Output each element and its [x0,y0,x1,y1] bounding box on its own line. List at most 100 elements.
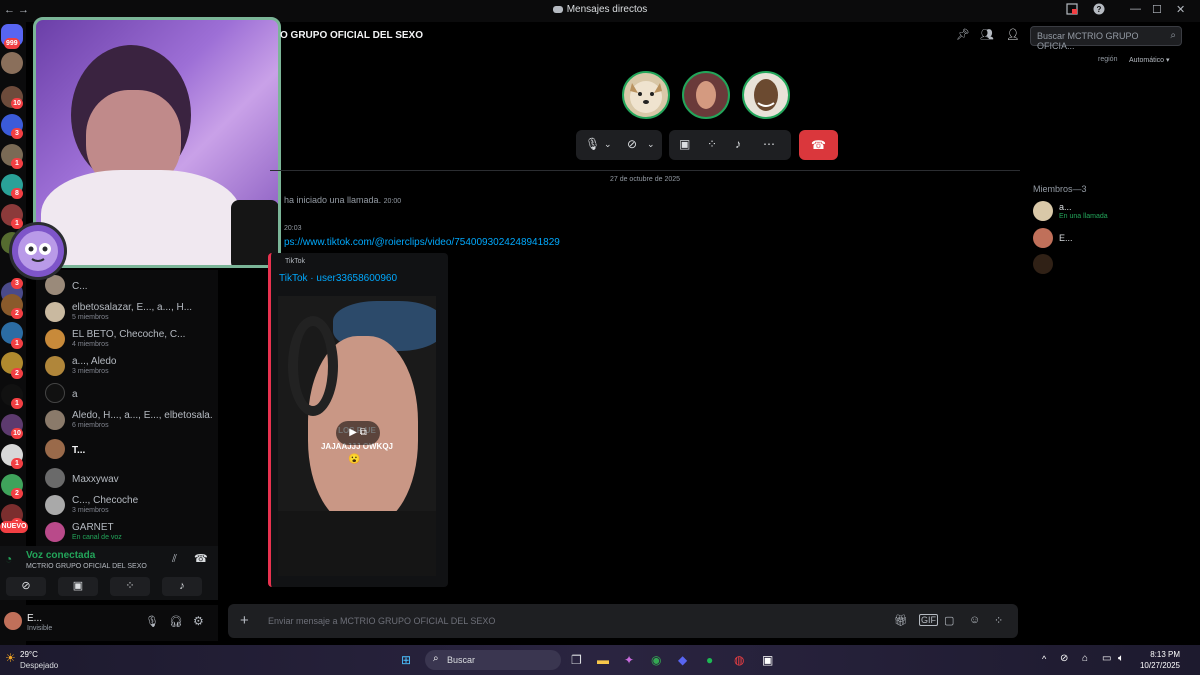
search-input[interactable]: Buscar MCTRIO GRUPO OFICIA... ⌕ [1030,26,1182,51]
activities-icon[interactable]: ⁘ [707,137,717,151]
avatar [45,383,65,403]
headphones-icon[interactable]: 🎧︎ [169,615,183,628]
activities-button[interactable]: ⁘ [110,577,150,596]
emoji-icon[interactable]: ☺ [969,614,980,626]
video-embed[interactable]: LOS R UE JAJAAJJJ OWKQJ 😮 ▶ ⧉ [278,296,436,576]
chrome-icon[interactable]: ◉ [651,653,661,667]
new-badge: NUEVO [0,521,28,533]
add-attachment-icon[interactable]: + [240,612,249,629]
dm-name: GARNET [72,522,114,533]
dm-item[interactable]: elbetosalazar, E..., a..., H... 5 miembr… [36,299,218,326]
camera-button[interactable]: ⊘ [6,577,46,596]
participant-avatar[interactable] [682,71,730,119]
chevron-down-icon[interactable]: ⌄ [604,139,612,150]
gift-icon[interactable]: 🎁︎ [894,614,908,627]
add-friends-icon[interactable]: 👥︎ [980,28,994,41]
tray-icon[interactable]: ⊘ [1060,653,1068,664]
webcam-overlay [33,17,281,268]
camera-off-icon[interactable]: ⊘ [627,137,637,151]
dm-item[interactable]: Aledo, H..., a..., E..., elbetosala... 6… [36,407,218,434]
dm-name: C... [72,281,88,292]
screen-share-icon[interactable]: ▣ [679,137,690,151]
play-button[interactable]: ▶ ⧉ [336,421,380,445]
member-item[interactable] [1030,252,1200,276]
badge: 1 [11,338,23,349]
activities-icon: ⁘ [125,580,135,592]
avatar [45,439,65,459]
member-list: Miembros—3 a... En una llamada E... [1030,180,1200,280]
phone-hangup-icon: ☎ [811,138,826,152]
member-item[interactable]: a... En una llamada [1030,199,1200,223]
microphone-icon[interactable]: 🎙︎ [145,615,159,628]
badge: 3 [11,128,23,139]
screen-share-button[interactable]: ▣ [58,577,98,596]
spotify-icon[interactable]: ● [706,653,713,667]
date-divider: 27 de octubre de 2025 [270,170,1020,183]
weather-icon[interactable]: ☀ [5,651,16,665]
sticker-icon[interactable]: ▢ [944,614,954,627]
badge: 1 [11,398,23,409]
server-icon[interactable] [1,52,23,74]
minimize-icon[interactable]: — [1130,3,1141,15]
dm-subtitle: En canal de voz [72,534,122,541]
network-icon[interactable]: ▭ [1102,653,1111,664]
gif-icon[interactable]: GIF [919,614,938,626]
windows-start-icon[interactable]: ⊞ [401,653,411,667]
help-icon[interactable]: ? [1093,3,1105,18]
dm-item[interactable]: a [36,380,218,407]
dm-name: T... [72,445,86,456]
members-header: Miembros—3 [1033,184,1087,194]
dm-item[interactable]: T... [36,436,218,463]
task-view-icon[interactable]: ❐ [571,653,582,667]
user-name[interactable]: E... [27,613,42,624]
taskbar-search[interactable]: ⌕ Buscar [425,650,561,670]
dm-subtitle: 3 miembros [72,368,109,375]
dm-item[interactable]: a..., Aledo 3 miembros [36,353,218,380]
member-item[interactable]: E... [1030,226,1200,250]
soundboard-icon[interactable]: ♪ [735,137,741,151]
app-icon[interactable]: ◍ [734,653,744,667]
participant-avatar[interactable] [742,71,790,119]
message-timestamp: 20:03 [284,225,302,232]
dm-item[interactable]: EL BETO, Checoche, C... 4 miembros [36,326,218,353]
disconnect-icon[interactable]: ☎ [194,552,208,565]
close-icon[interactable]: ✕ [1176,3,1185,16]
search-icon: ⌕ [433,653,439,664]
app-icon[interactable]: ▣ [762,653,773,667]
chevron-down-icon[interactable]: ⌄ [647,139,655,150]
dm-item[interactable]: C..., Checoche 3 miembros [36,492,218,519]
embed-title[interactable]: TikTok · user33658600960 [279,273,397,284]
settings-gear-icon[interactable]: ⚙ [193,614,204,628]
volume-icon[interactable]: 🔈︎ [1118,653,1124,664]
file-explorer-icon[interactable]: ▬ [597,653,609,667]
microphone-icon[interactable]: 🎙︎ [585,137,600,151]
message-input[interactable]: Enviar mensaje a MCTRIO GRUPO OFICIAL DE… [268,616,495,626]
dm-item[interactable]: GARNET En canal de voz [36,519,218,546]
region-select[interactable]: Automático ▾ [1129,56,1170,64]
pin-icon[interactable]: 📌︎ [956,28,970,41]
message-link[interactable]: ps://www.tiktok.com/@roierclips/video/75… [284,237,560,248]
avatar [1033,228,1053,248]
clock-date[interactable]: 10/27/2025 [1136,661,1180,670]
weather-temp: 29°C [20,650,38,659]
tray-icon[interactable]: ⌂ [1082,653,1088,664]
members-icon[interactable]: 👤︎ [1006,28,1020,41]
hang-up-button[interactable]: ☎ [799,130,838,160]
copilot-icon[interactable]: ✦ [624,653,634,667]
more-icon[interactable]: ⋯ [763,137,775,151]
signal-icon[interactable]: ◔ [5,552,12,566]
participant-avatar[interactable] [622,71,670,119]
discord-taskbar-icon[interactable]: ◆ [678,653,687,667]
voice-channel[interactable]: MCTRIO GRUPO OFICIAL DEL SEXO [26,563,147,570]
maximize-icon[interactable]: ☐ [1152,3,1162,16]
video-emoji: 😮 [348,454,361,465]
avatar[interactable] [4,612,22,630]
dm-subtitle: 4 miembros [72,341,109,348]
chevron-up-icon[interactable]: ^ [1042,654,1046,664]
clock-time[interactable]: 8:13 PM [1144,650,1180,659]
inbox-icon[interactable] [1066,3,1078,18]
apps-icon[interactable]: ⁘ [994,614,1003,627]
dm-item[interactable]: Maxxywav [36,465,218,492]
noise-suppression-icon[interactable]: ⫽ [172,553,177,566]
soundboard-button[interactable]: ♪ [162,577,202,596]
